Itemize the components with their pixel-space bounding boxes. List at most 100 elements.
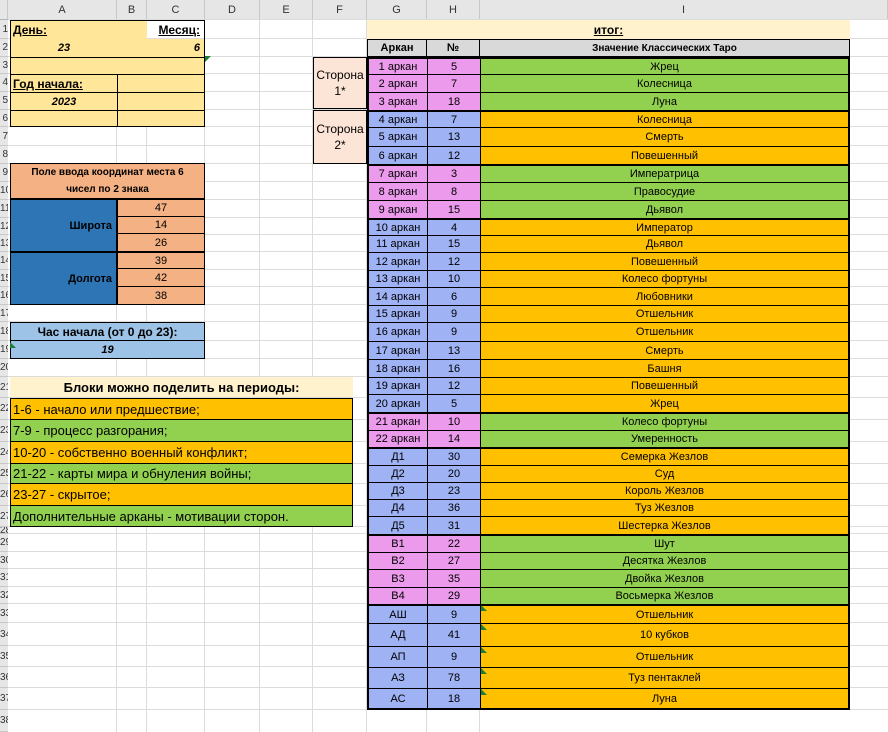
meaning-cell[interactable]: 10 кубков [480,623,850,646]
column-header-f[interactable]: F [313,0,367,20]
year-input[interactable]: 2023 [10,92,117,110]
meaning-cell[interactable]: Десятка Жезлов [480,552,850,569]
day-input[interactable]: 23 [10,39,117,57]
arcana-cell[interactable]: Д5 [367,516,427,534]
meaning-cell[interactable]: Суд [480,465,850,482]
meaning-cell[interactable]: Шут [480,534,850,552]
number-cell[interactable]: 12 [427,377,480,394]
meaning-cell[interactable]: Король Жезлов [480,482,850,499]
arcana-cell[interactable]: 15 аркан [367,305,427,322]
number-cell[interactable]: 5 [427,57,480,74]
meaning-cell[interactable]: Отшельник [480,646,850,667]
latitude-value[interactable]: 14 [117,217,205,234]
number-cell[interactable]: 12 [427,252,480,270]
number-cell[interactable]: 9 [427,604,480,623]
meaning-cell[interactable]: Колесница [480,110,850,127]
row-header[interactable]: 19 [0,341,8,359]
arcana-cell[interactable]: 14 аркан [367,287,427,305]
meaning-cell[interactable]: Шестерка Жезлов [480,516,850,534]
row-header[interactable]: 33 [0,604,8,623]
number-cell[interactable]: 29 [427,587,480,604]
meaning-cell[interactable]: Император [480,218,850,235]
row-header[interactable]: 30 [0,552,8,569]
number-cell[interactable]: 30 [427,447,480,465]
number-cell[interactable]: 27 [427,552,480,569]
arcana-cell[interactable]: 3 аркан [367,92,427,110]
arcana-cell[interactable]: 4 аркан [367,110,427,127]
row-header[interactable]: 32 [0,587,8,604]
meaning-cell[interactable]: Повешенный [480,146,850,164]
meaning-cell[interactable]: Повешенный [480,377,850,394]
row-header[interactable]: 27 [0,506,8,527]
arcana-cell[interactable]: 22 аркан [367,430,427,447]
number-cell[interactable]: 5 [427,394,480,412]
number-cell[interactable]: 10 [427,270,480,287]
number-cell[interactable]: 13 [427,127,480,146]
meaning-cell[interactable]: Восьмерка Жезлов [480,587,850,604]
meaning-cell[interactable]: Двойка Жезлов [480,569,850,587]
arcana-cell[interactable]: 10 аркан [367,218,427,235]
arcana-cell[interactable]: 19 аркан [367,377,427,394]
row-header[interactable]: 17 [0,305,8,322]
row-header[interactable]: 26 [0,484,8,506]
row-header[interactable]: 36 [0,667,8,688]
arcana-cell[interactable]: 16 аркан [367,322,427,341]
column-header-i[interactable]: I [480,0,888,20]
arcana-cell[interactable]: Д2 [367,465,427,482]
row-header[interactable]: 3 [0,57,8,74]
meaning-cell[interactable]: Колесница [480,74,850,92]
meaning-cell[interactable]: Повешенный [480,252,850,270]
arcana-cell[interactable]: 12 аркан [367,252,427,270]
arcana-cell[interactable]: 1 аркан [367,57,427,74]
arcana-cell[interactable]: 8 аркан [367,182,427,200]
column-header-b[interactable]: B [117,0,147,20]
row-header[interactable]: 37 [0,688,8,710]
arcana-cell[interactable]: Д3 [367,482,427,499]
meaning-cell[interactable]: Императрица [480,164,850,182]
row-header[interactable]: 24 [0,442,8,464]
row-header[interactable]: 38 [0,710,8,732]
row-header[interactable]: 15 [0,270,8,287]
meaning-cell[interactable]: Смерть [480,127,850,146]
column-header-e[interactable]: E [260,0,313,20]
row-header[interactable]: 31 [0,569,8,587]
row-header[interactable]: 28 [0,527,8,534]
arcana-cell[interactable]: 6 аркан [367,146,427,164]
number-cell[interactable]: 22 [427,534,480,552]
number-cell[interactable]: 12 [427,146,480,164]
row-header[interactable]: 16 [0,287,8,305]
column-header-h[interactable]: H [427,0,480,20]
row-header[interactable]: 5 [0,92,8,110]
longitude-value[interactable]: 39 [117,252,205,269]
row-header[interactable]: 1 [0,20,8,39]
row-header[interactable]: 13 [0,235,8,252]
meaning-cell[interactable]: Отшельник [480,604,850,623]
arcana-cell[interactable]: 11 аркан [367,235,427,252]
meaning-cell[interactable]: Смерть [480,341,850,359]
row-header[interactable]: 29 [0,534,8,552]
number-cell[interactable]: 31 [427,516,480,534]
number-cell[interactable]: 8 [427,182,480,200]
meaning-cell[interactable]: Отшельник [480,322,850,341]
number-cell[interactable]: 16 [427,359,480,377]
row-header[interactable]: 12 [0,218,8,235]
meaning-cell[interactable]: Колесо фортуны [480,412,850,430]
row-header[interactable]: 25 [0,464,8,484]
number-cell[interactable]: 7 [427,74,480,92]
arcana-cell[interactable]: В1 [367,534,427,552]
arcana-cell[interactable]: В4 [367,587,427,604]
arcana-cell[interactable]: АЗ [367,667,427,688]
row-header[interactable]: 11 [0,200,8,218]
arcana-cell[interactable]: Д1 [367,447,427,465]
arcana-cell[interactable]: 17 аркан [367,341,427,359]
number-cell[interactable]: 9 [427,305,480,322]
row-header[interactable]: 18 [0,322,8,341]
number-cell[interactable]: 15 [427,235,480,252]
meaning-cell[interactable]: Семерка Жезлов [480,447,850,465]
corner-select-all[interactable] [0,0,8,20]
row-header[interactable]: 20 [0,359,8,377]
meaning-cell[interactable]: Жрец [480,57,850,74]
row-header[interactable]: 21 [0,377,8,398]
arcana-cell[interactable]: В3 [367,569,427,587]
number-cell[interactable]: 15 [427,200,480,218]
